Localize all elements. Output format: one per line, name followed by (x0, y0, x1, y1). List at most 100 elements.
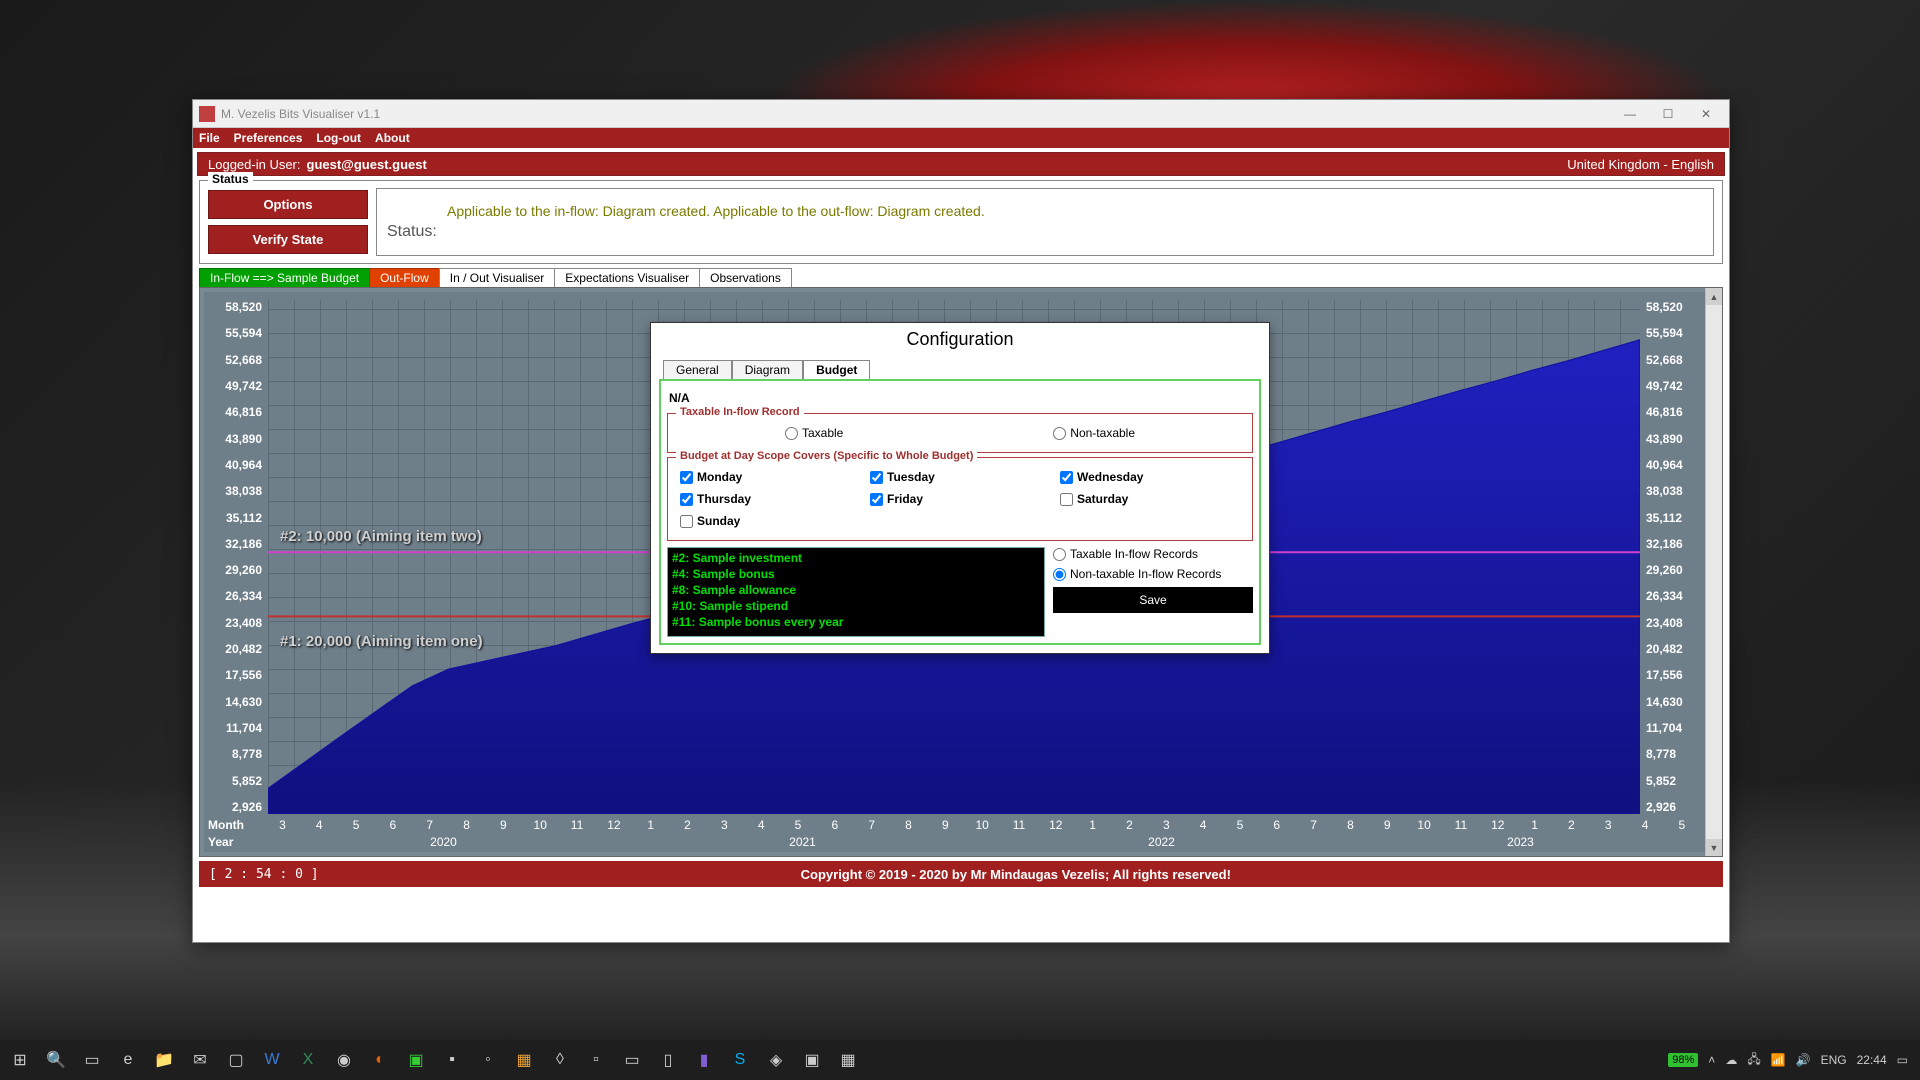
task-view-icon[interactable]: ▭ (76, 1044, 108, 1076)
menu-file[interactable]: File (199, 131, 220, 145)
firefox-icon[interactable]: ◐ (364, 1044, 396, 1076)
language-indicator[interactable]: ENG (1821, 1053, 1847, 1067)
start-button[interactable]: ⊞ (4, 1044, 36, 1076)
titlebar[interactable]: M. Vezelis Bits Visualiser v1.1 — ☐ ✕ (193, 100, 1729, 128)
app-icon-2[interactable]: ▣ (400, 1044, 432, 1076)
maximize-button[interactable]: ☐ (1659, 105, 1677, 123)
app-icon-6[interactable]: ▫ (580, 1044, 612, 1076)
cloud-icon[interactable]: ☁ (1725, 1053, 1737, 1067)
config-tab-general[interactable]: General (663, 360, 732, 379)
config-tab-diagram[interactable]: Diagram (732, 360, 803, 379)
app-icon-10[interactable]: ◈ (760, 1044, 792, 1076)
taskbar[interactable]: ⊞ 🔍 ▭ e 📁 ✉ ▢ W X ◉ ◐ ▣ ▪ ◦ ▦ ◊ ▫ ▭ ▯ ▮ … (0, 1040, 1920, 1080)
list-item[interactable]: #10: Sample stipend (670, 598, 1042, 614)
menubar: File Preferences Log-out About (193, 128, 1729, 148)
status-frame-legend: Status (208, 172, 253, 186)
status-frame: Status Options Verify State Applicable t… (199, 180, 1723, 264)
config-body: N/A Taxable In-flow Record Taxable Non-t… (659, 379, 1261, 645)
status-body: Applicable to the in-flow: Diagram creat… (376, 188, 1714, 256)
clock[interactable]: 22:44 (1857, 1053, 1887, 1067)
user-label: Logged-in User: (208, 157, 301, 172)
explorer-icon[interactable]: 📁 (148, 1044, 180, 1076)
radio-taxable-records[interactable]: Taxable In-flow Records (1053, 547, 1253, 561)
menu-about[interactable]: About (375, 131, 410, 145)
tray-chevron-icon[interactable]: ˄ (1708, 1053, 1715, 1067)
app-icon-3[interactable]: ◦ (472, 1044, 504, 1076)
checkbox-monday[interactable]: Monday (680, 470, 860, 484)
checkbox-friday[interactable]: Friday (870, 492, 1050, 506)
user-name: guest@guest.guest (307, 157, 427, 172)
tab-expectations[interactable]: Expectations Visualiser (554, 268, 700, 287)
checkbox-tuesday[interactable]: Tuesday (870, 470, 1050, 484)
system-tray[interactable]: 98% ˄ ☁ 🖧 📶 🔊 ENG 22:44 ▭ (1668, 1050, 1916, 1071)
battery-indicator[interactable]: 98% (1668, 1053, 1698, 1067)
app-icon-5[interactable]: ◊ (544, 1044, 576, 1076)
list-item[interactable]: #11: Sample bonus every year (670, 614, 1042, 630)
x-month-label: Month (208, 818, 264, 832)
menu-preferences[interactable]: Preferences (234, 131, 303, 145)
year-ticks: 2020202120222023 (264, 835, 1700, 849)
tab-inout[interactable]: In / Out Visualiser (439, 268, 556, 287)
network-icon[interactable]: 🖧 (1747, 1050, 1760, 1071)
notifications-icon[interactable]: ▭ (1897, 1053, 1908, 1067)
app-icon-7[interactable]: ▭ (616, 1044, 648, 1076)
app-icon-9[interactable]: ▮ (688, 1044, 720, 1076)
volume-icon[interactable]: 🔊 (1796, 1053, 1811, 1067)
scroll-up-icon[interactable]: ▲ (1706, 288, 1722, 305)
edge-icon[interactable]: e (112, 1044, 144, 1076)
configuration-dialog: Configuration General Diagram Budget N/A… (650, 322, 1270, 654)
list-item[interactable]: #2: Sample investment (670, 550, 1042, 566)
wifi-icon[interactable]: 📶 (1771, 1053, 1786, 1067)
list-item[interactable]: #8: Sample allowance (670, 582, 1042, 598)
config-title: Configuration (651, 323, 1269, 356)
tab-outflow[interactable]: Out-Flow (369, 268, 440, 287)
app-window: M. Vezelis Bits Visualiser v1.1 — ☐ ✕ Fi… (192, 99, 1730, 943)
main-tabstrip: In-Flow ==> Sample Budget Out-Flow In / … (199, 268, 1723, 287)
radio-nontaxable[interactable]: Non-taxable (1053, 426, 1135, 440)
app-icon-1[interactable]: ▢ (220, 1044, 252, 1076)
app-icon-12[interactable]: ▦ (832, 1044, 864, 1076)
tab-inflow[interactable]: In-Flow ==> Sample Budget (199, 268, 370, 287)
app-icon-4[interactable]: ▦ (508, 1044, 540, 1076)
excel-icon[interactable]: X (292, 1044, 324, 1076)
month-ticks: 3456789101112123456789101112123456789101… (264, 818, 1700, 832)
checkbox-saturday[interactable]: Saturday (1060, 492, 1240, 506)
chart-scrollbar[interactable]: ▲ ▼ (1705, 288, 1722, 856)
tab-observations[interactable]: Observations (699, 268, 792, 287)
radio-nontaxable-records[interactable]: Non-taxable In-flow Records (1053, 567, 1253, 581)
days-legend: Budget at Day Scope Covers (Specific to … (676, 450, 977, 462)
session-timer: [ 2 : 54 : 0 ] (209, 867, 319, 882)
checkbox-thursday[interactable]: Thursday (680, 492, 860, 506)
search-icon[interactable]: 🔍 (40, 1044, 72, 1076)
status-message: Applicable to the in-flow: Diagram creat… (447, 203, 1703, 219)
taxable-legend: Taxable In-flow Record (676, 406, 804, 418)
app-icon-11[interactable]: ▣ (796, 1044, 828, 1076)
config-tab-budget[interactable]: Budget (803, 360, 870, 379)
list-item[interactable]: #4: Sample bonus (670, 566, 1042, 582)
close-button[interactable]: ✕ (1697, 105, 1715, 123)
x-year-label: Year (208, 835, 264, 849)
app-icon (199, 106, 215, 122)
mail-icon[interactable]: ✉ (184, 1044, 216, 1076)
app-icon-8[interactable]: ▯ (652, 1044, 684, 1076)
chart-annotation-2: #2: 10,000 (Aiming item two) (280, 528, 482, 545)
copyright-text: Copyright © 2019 - 2020 by Mr Mindaugas … (801, 867, 1231, 882)
save-button[interactable]: Save (1053, 587, 1253, 613)
checkbox-sunday[interactable]: Sunday (680, 514, 860, 528)
y-axis-right: 58,52055,59452,66849,74246,81643,89040,9… (1642, 300, 1700, 814)
scroll-down-icon[interactable]: ▼ (1706, 839, 1722, 856)
records-listbox[interactable]: #2: Sample investment#4: Sample bonus#8:… (667, 547, 1045, 637)
minimize-button[interactable]: — (1621, 105, 1639, 123)
terminal-icon[interactable]: ▪ (436, 1044, 468, 1076)
radio-taxable[interactable]: Taxable (785, 426, 843, 440)
menu-logout[interactable]: Log-out (316, 131, 361, 145)
config-tabstrip: General Diagram Budget (663, 360, 1269, 379)
word-icon[interactable]: W (256, 1044, 288, 1076)
checkbox-wednesday[interactable]: Wednesday (1060, 470, 1240, 484)
options-button[interactable]: Options (208, 190, 368, 219)
x-axis: Month 3456789101112123456789101112123456… (208, 816, 1700, 850)
chrome-icon[interactable]: ◉ (328, 1044, 360, 1076)
skype-icon[interactable]: S (724, 1044, 756, 1076)
user-bar: Logged-in User: guest@guest.guest United… (197, 152, 1725, 176)
verify-state-button[interactable]: Verify State (208, 225, 368, 254)
